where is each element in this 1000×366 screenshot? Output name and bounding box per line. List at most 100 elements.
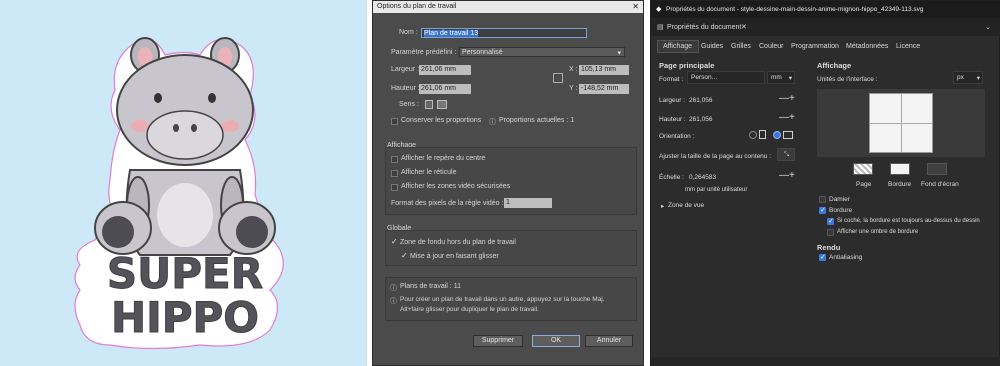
x-input[interactable]: 105,13 mm	[579, 65, 629, 75]
name-input[interactable]: Plan de travail 13	[421, 28, 587, 38]
portrait-radio[interactable]	[749, 131, 757, 139]
page-color-swatch[interactable]	[853, 163, 873, 175]
ui-units-select[interactable]: px ▾	[953, 71, 983, 84]
document-icon: ▤	[657, 24, 664, 31]
show-video-safe-checkbox[interactable]	[391, 184, 398, 191]
current-proportions: Proportions actuelles : 1	[499, 117, 575, 124]
border-swatch-label: Bordure	[888, 181, 912, 188]
border-label: Bordure	[829, 207, 853, 214]
document-properties-window: ◆ Propriétés du document - style-dessine…	[650, 0, 1000, 366]
format-label: Format :	[659, 76, 684, 83]
x-label: X :	[569, 66, 578, 73]
inkscape-icon: ◆	[656, 6, 662, 13]
artboards-count: Plans de travail : 11	[400, 283, 461, 290]
format-select[interactable]: Person...	[687, 71, 765, 84]
scale-value[interactable]: 0,264583	[689, 174, 716, 181]
border-on-top-label: Si coché, la bordure est toujours au-des…	[837, 218, 980, 224]
display-heading: Affichage	[817, 61, 852, 70]
page-preview-sheet	[869, 93, 933, 153]
chevron-down-icon: ▾	[617, 50, 621, 57]
border-color-swatch[interactable]	[890, 163, 910, 175]
border-checkbox[interactable]: ✓	[819, 207, 826, 214]
close-tab-icon[interactable]: ✕	[741, 23, 747, 31]
window-footer	[651, 357, 1000, 366]
reference-point-icon[interactable]	[553, 73, 563, 83]
page-preview	[817, 89, 985, 157]
antialias-label: Antialiasing	[829, 254, 863, 261]
page-swatch-label: Page	[856, 181, 872, 188]
name-label: Nom :	[399, 29, 418, 36]
info-text-1: Pour créer un plan de travail dans un au…	[400, 296, 605, 303]
preset-label: Paramètre prédéfini :	[391, 49, 457, 56]
viewbox-label[interactable]: Zone de vue	[668, 202, 704, 209]
render-heading: Rendu	[817, 243, 841, 252]
landscape-radio[interactable]	[773, 131, 781, 139]
info-text-2: Alt+faire glisser pour dupliquer le plan…	[400, 306, 539, 313]
show-center-label: Afficher le repère du centre	[401, 155, 486, 162]
width-label: Largeur :	[659, 97, 686, 104]
tab-guides[interactable]: Guides	[701, 43, 723, 50]
landscape-icon	[783, 131, 793, 139]
window-titlebar: ◆ Propriétés du document - style-dessine…	[651, 1, 1000, 18]
tab-scripting[interactable]: Programmation	[791, 43, 839, 50]
pixel-ratio-input[interactable]: 1	[504, 198, 552, 208]
scale-stepper-icon[interactable]: —+	[779, 170, 795, 181]
tab-license[interactable]: Licence	[896, 43, 920, 50]
resize-icon: ⤡	[784, 151, 790, 158]
ui-units-label: Unités de l'interface :	[817, 76, 878, 83]
checkerboard-checkbox[interactable]	[819, 196, 826, 203]
show-video-safe-label: Afficher les zones vidéo sécurisées	[401, 183, 511, 190]
fade-outside-check-icon[interactable]: ✓	[391, 237, 398, 246]
chevron-down-icon[interactable]: ⌄	[985, 23, 991, 31]
fit-page-button[interactable]: ⤡	[777, 148, 795, 161]
close-icon[interactable]: ✕	[632, 2, 639, 11]
ok-button[interactable]: OK	[532, 335, 580, 347]
width-label: Largeur :	[391, 66, 420, 73]
height-label: Hauteur :	[659, 116, 686, 123]
y-input[interactable]: -148,52 mm	[579, 84, 629, 94]
border-on-top-checkbox[interactable]: ✓	[827, 218, 834, 225]
show-cross-checkbox[interactable]	[391, 170, 398, 177]
artwork-canvas: SUPER HIPPO	[0, 0, 367, 366]
border-shadow-label: Afficher une ombre de bordure	[837, 229, 919, 235]
fade-outside-label: Zone de fondu hors du plan de travail	[400, 239, 516, 246]
portrait-icon[interactable]	[425, 100, 433, 109]
tab-affichage[interactable]: Affichage	[663, 43, 692, 50]
border-shadow-checkbox[interactable]	[827, 229, 834, 236]
preset-select[interactable]: Personnalisé ▾	[459, 47, 625, 57]
tab-color[interactable]: Couleur	[759, 43, 784, 50]
show-center-checkbox[interactable]	[391, 156, 398, 163]
height-value[interactable]: 261,056	[689, 116, 713, 123]
dialog-titlebar: Options du plan de travail ✕	[373, 1, 643, 13]
width-input[interactable]: 261,06 mm	[419, 65, 471, 75]
desk-color-swatch[interactable]	[927, 163, 947, 175]
landscape-icon[interactable]	[437, 100, 447, 109]
info-icon: ⓘ	[489, 119, 496, 126]
portrait-icon	[759, 130, 766, 139]
pixel-ratio-label: Format des pixels de la règle vidéo :	[391, 200, 504, 207]
cancel-button[interactable]: Annuler	[585, 335, 633, 347]
height-input[interactable]: 261,06 mm	[419, 84, 471, 94]
window-title: Propriétés du document - style-dessine-m…	[666, 6, 924, 13]
fit-page-label: Ajuster la taille de la page au contenu …	[659, 153, 772, 160]
width-value[interactable]: 261,056	[689, 97, 713, 104]
update-drag-check-icon[interactable]: ✓	[401, 251, 408, 260]
panel-tab[interactable]: Propriétés du document	[667, 24, 741, 31]
show-cross-label: Afficher le réticule	[401, 169, 457, 176]
tab-metadata[interactable]: Métadonnées	[846, 43, 888, 50]
height-stepper-icon[interactable]: —+	[779, 112, 795, 123]
delete-button[interactable]: Supprimer	[473, 335, 523, 347]
width-stepper-icon[interactable]: —+	[779, 93, 795, 104]
antialias-checkbox[interactable]: ✓	[819, 254, 826, 261]
artboard-options-dialog: Options du plan de travail ✕ Nom : Plan …	[372, 0, 644, 366]
hippo-illustration: SUPER HIPPO	[74, 37, 284, 350]
scale-label: Échelle :	[659, 174, 684, 181]
desk-swatch-label: Fond d'écran	[921, 181, 959, 188]
tab-grids[interactable]: Grilles	[731, 43, 751, 50]
format-unit-select[interactable]: mm ▾	[767, 71, 795, 84]
keep-proportions-checkbox[interactable]	[391, 118, 398, 125]
viewbox-expand-icon[interactable]: ▸	[661, 202, 664, 210]
orientation-label: Sens :	[399, 101, 419, 108]
keep-proportions-label: Conserver les proportions	[401, 117, 482, 124]
dialog-title: Options du plan de travail	[377, 3, 457, 10]
